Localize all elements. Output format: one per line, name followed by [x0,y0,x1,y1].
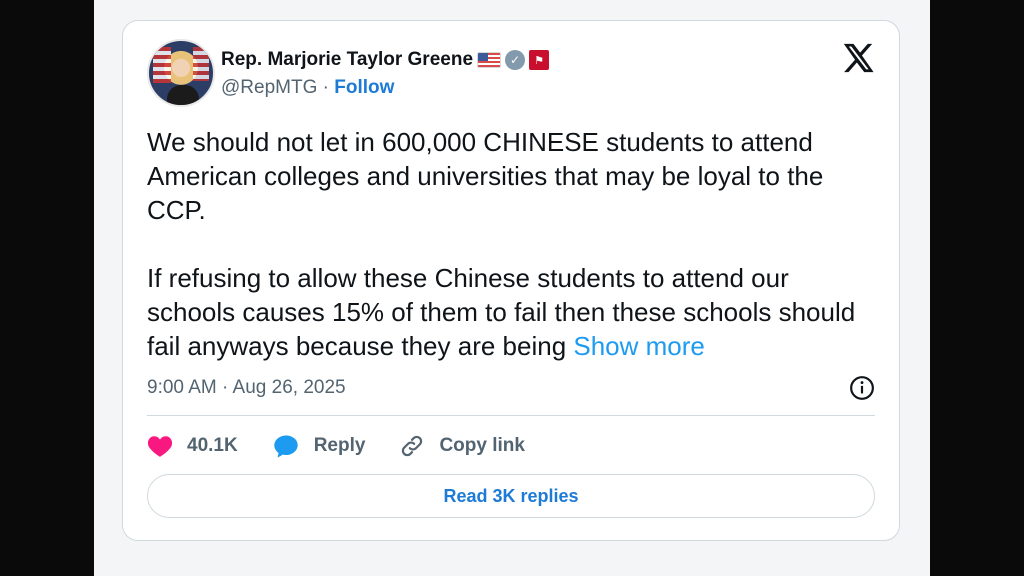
show-more-link[interactable]: Show more [573,331,705,361]
tweet-card: Rep. Marjorie Taylor Greene ✓ ⚑ @RepMTG … [122,20,900,541]
info-icon[interactable] [849,375,875,401]
author-handle[interactable]: @RepMTG [221,77,317,98]
link-icon [402,435,423,457]
tweet-text: We should not let in 600,000 CHINESE stu… [147,125,871,363]
handle-separator: · [317,77,335,98]
copy-link-button[interactable]: Copy link [399,433,525,459]
like-button[interactable]: 40.1K [147,434,238,458]
author-handle-row: @RepMTG · Follow [221,77,394,99]
tweet-paragraph-2-text: If refusing to allow these Chinese stude… [147,263,856,361]
follow-button[interactable]: Follow [334,77,394,98]
gov-badge-icon[interactable]: ⚑ [529,50,550,70]
us-flag-icon [477,52,502,68]
letterbox-right [930,0,1024,576]
avatar[interactable] [147,39,215,107]
tweet-paragraph-2: If refusing to allow these Chinese stude… [147,261,871,363]
verified-badge-icon[interactable]: ✓ [505,50,526,70]
letterbox-left [0,0,94,576]
reply-label: Reply [313,435,366,456]
tweet-timestamp[interactable]: 9:00 AM · Aug 26, 2025 [147,377,346,399]
avatar-flag-right [193,47,209,81]
tweet-paragraph-1: We should not let in 600,000 CHINESE stu… [147,127,824,225]
reply-bubble-icon [274,435,298,458]
heart-icon [147,436,173,457]
x-logo-icon[interactable] [841,41,875,75]
read-replies-button[interactable]: Read 3K replies [147,474,875,518]
author-name-row: Rep. Marjorie Taylor Greene ✓ ⚑ [221,47,550,73]
like-count: 40.1K [187,435,238,456]
divider [147,415,875,416]
reply-button[interactable]: Reply [272,433,366,459]
avatar-flag-left [153,47,171,83]
author-name[interactable]: Rep. Marjorie Taylor Greene [221,49,473,71]
copy-link-label: Copy link [439,435,525,456]
avatar-body [167,85,199,105]
action-bar: 40.1K Reply Copy link [147,431,559,461]
